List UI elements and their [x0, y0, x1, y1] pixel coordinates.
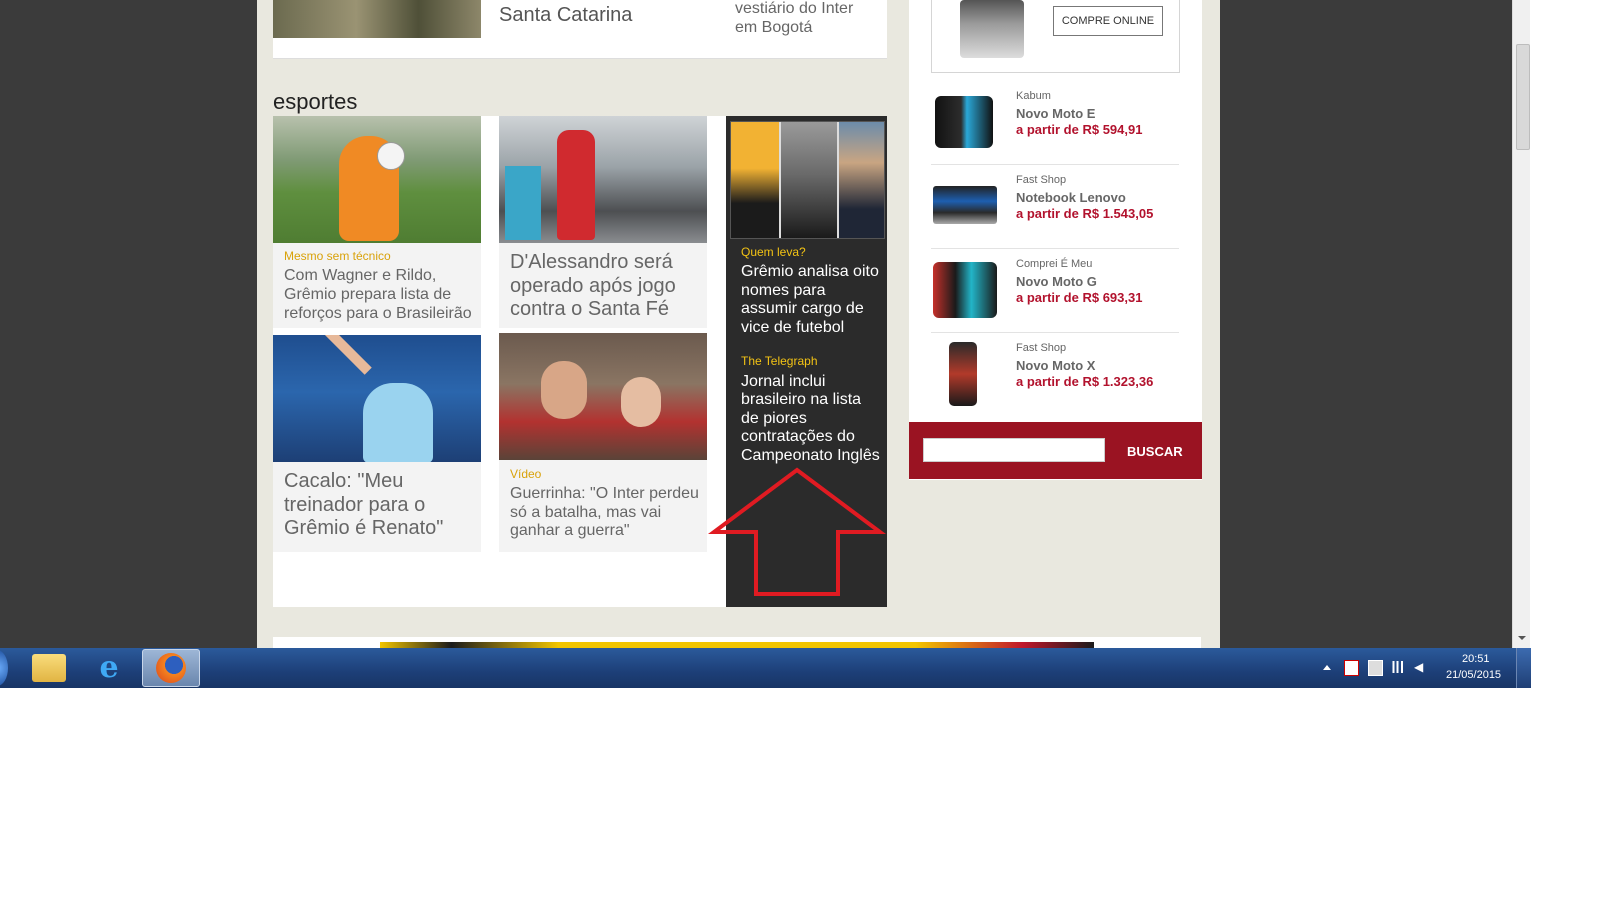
card2-headline-line3[interactable]: contra o Santa Fé [510, 298, 669, 321]
card4-headline-line3[interactable]: ganhar a guerra" [510, 522, 630, 540]
start-button[interactable] [0, 650, 8, 686]
compre-online-button[interactable]: COMPRE ONLINE [1053, 6, 1163, 36]
dark-item2-line1[interactable]: Jornal inclui [741, 373, 825, 391]
file-explorer-icon[interactable] [32, 654, 66, 682]
shop-item-4[interactable]: Fast Shop Novo Moto X a partir de R$ 1.3… [931, 332, 1179, 416]
section-title[interactable]: esportes [273, 89, 357, 115]
shop-product-name[interactable]: Novo Moto G [1016, 274, 1097, 289]
airport-photo[interactable] [499, 116, 707, 243]
shop-product-price[interactable]: a partir de R$ 1.323,36 [1016, 374, 1153, 389]
buscar-button[interactable]: BUSCAR [1127, 444, 1183, 459]
shop-store-name: Fast Shop [1016, 174, 1067, 186]
top-story-headline-2-line1[interactable]: vestiário do Inter [735, 0, 853, 18]
dark-item1-kicker: Quem leva? [741, 245, 806, 259]
coach-arm [322, 335, 372, 375]
dark-item1-line2[interactable]: nomes para [741, 282, 826, 300]
shop-store-name: Fast Shop [1016, 342, 1067, 354]
action-center-icon[interactable] [1344, 660, 1359, 676]
card1-headline-line3[interactable]: reforços para o Brasileirão [284, 305, 472, 323]
top-story-headline-2-line2[interactable]: em Bogotá [735, 19, 812, 37]
shop-product-name[interactable]: Novo Moto E [1016, 106, 1095, 121]
woman-face [621, 377, 661, 427]
clock-time[interactable]: 20:51 [1462, 653, 1490, 665]
card1-kicker: Mesmo sem técnico [284, 249, 391, 263]
coach-figure [363, 383, 433, 462]
dark-item1-line3[interactable]: assumir cargo de [741, 300, 864, 318]
card2-headline-line1[interactable]: D'Alessandro será [510, 251, 673, 274]
firefox-icon [156, 653, 186, 683]
dark-item2-line2[interactable]: brasileiro na lista [741, 391, 861, 409]
shop-store-name: Kabum [1016, 90, 1051, 102]
player-with-ball-photo[interactable] [273, 116, 481, 243]
man-1 [731, 122, 779, 238]
shop-product-price[interactable]: a partir de R$ 1.543,05 [1016, 206, 1153, 221]
usb-device-icon[interactable] [1368, 660, 1383, 676]
dark-item2-line5[interactable]: Campeonato Inglês [741, 447, 880, 465]
three-men-photo[interactable] [730, 121, 885, 239]
shop-search-input[interactable] [923, 438, 1105, 462]
card1-headline-line2[interactable]: Grêmio prepara lista de [284, 286, 451, 304]
firefox-taskbar-button[interactable] [142, 649, 200, 687]
volume-icon[interactable]: ◀ [1414, 660, 1428, 674]
shop-product-price[interactable]: a partir de R$ 693,31 [1016, 290, 1142, 305]
card3-headline-line1[interactable]: Cacalo: "Meu [284, 470, 403, 493]
phone-icon [933, 262, 997, 318]
internet-explorer-icon[interactable]: e [92, 652, 126, 684]
shop-product-name[interactable]: Notebook Lenovo [1016, 190, 1126, 205]
shop-item-2[interactable]: Fast Shop Notebook Lenovo a partir de R$… [931, 164, 1179, 249]
interview-photo[interactable] [499, 333, 707, 460]
red-up-arrow-annotation [708, 467, 886, 596]
dark-item1-line4[interactable]: vice de futebol [741, 319, 844, 337]
laptop-icon [933, 186, 997, 224]
man-2 [781, 122, 837, 238]
card2-headline-line2[interactable]: operado após jogo [510, 275, 676, 298]
card1-headline-line1[interactable]: Com Wagner e Rildo, [284, 267, 436, 285]
network-signal-icon[interactable] [1391, 661, 1405, 673]
show-desktop-button[interactable] [1516, 648, 1531, 688]
man-face [541, 361, 587, 419]
phone-icon [935, 96, 993, 148]
windows-taskbar: e ◀ 20:51 21/05/2015 [0, 648, 1531, 688]
card4-headline-line2[interactable]: só a batalha, mas vai [510, 504, 661, 522]
browser-viewport: Santa Catarina vestiário do Inter em Bog… [0, 0, 1530, 648]
dark-item2-line3[interactable]: de piores [741, 410, 807, 428]
card4-kicker: Vídeo [510, 467, 542, 481]
vertical-scrollbar[interactable] [1512, 0, 1530, 648]
dark-item1-line1[interactable]: Grêmio analisa oito [741, 263, 879, 281]
scrollbar-thumb[interactable] [1516, 44, 1530, 150]
card3-headline-line2[interactable]: treinador para o [284, 494, 425, 517]
shop-store-name: Comprei É Meu [1016, 258, 1093, 270]
blue-bag [505, 166, 541, 240]
clock-date[interactable]: 21/05/2015 [1446, 669, 1501, 681]
ball-icon [377, 142, 405, 170]
man-3 [839, 122, 884, 238]
top-story-headline[interactable]: Santa Catarina [499, 4, 632, 27]
soldier-photo[interactable] [273, 0, 481, 38]
show-hidden-icons-icon[interactable] [1323, 665, 1331, 670]
shop-product-price[interactable]: a partir de R$ 594,91 [1016, 122, 1142, 137]
dark-item2-line4[interactable]: contratações do [741, 428, 855, 446]
phone-icon [949, 342, 977, 406]
dark-item2-kicker: The Telegraph [741, 354, 818, 368]
card3-headline-line3[interactable]: Grêmio é Renato" [284, 517, 443, 540]
shop-item-1[interactable]: Kabum Novo Moto E a partir de R$ 594,91 [931, 80, 1179, 165]
scroll-down-arrow-icon[interactable] [1518, 636, 1526, 640]
shop-item-3[interactable]: Comprei É Meu Novo Moto G a partir de R$… [931, 248, 1179, 333]
watch-image[interactable] [960, 0, 1024, 58]
card4-headline-line1[interactable]: Guerrinha: "O Inter perdeu [510, 485, 699, 503]
coach-photo[interactable] [273, 335, 481, 462]
shop-product-name[interactable]: Novo Moto X [1016, 358, 1095, 373]
person-red-shirt [557, 130, 595, 240]
